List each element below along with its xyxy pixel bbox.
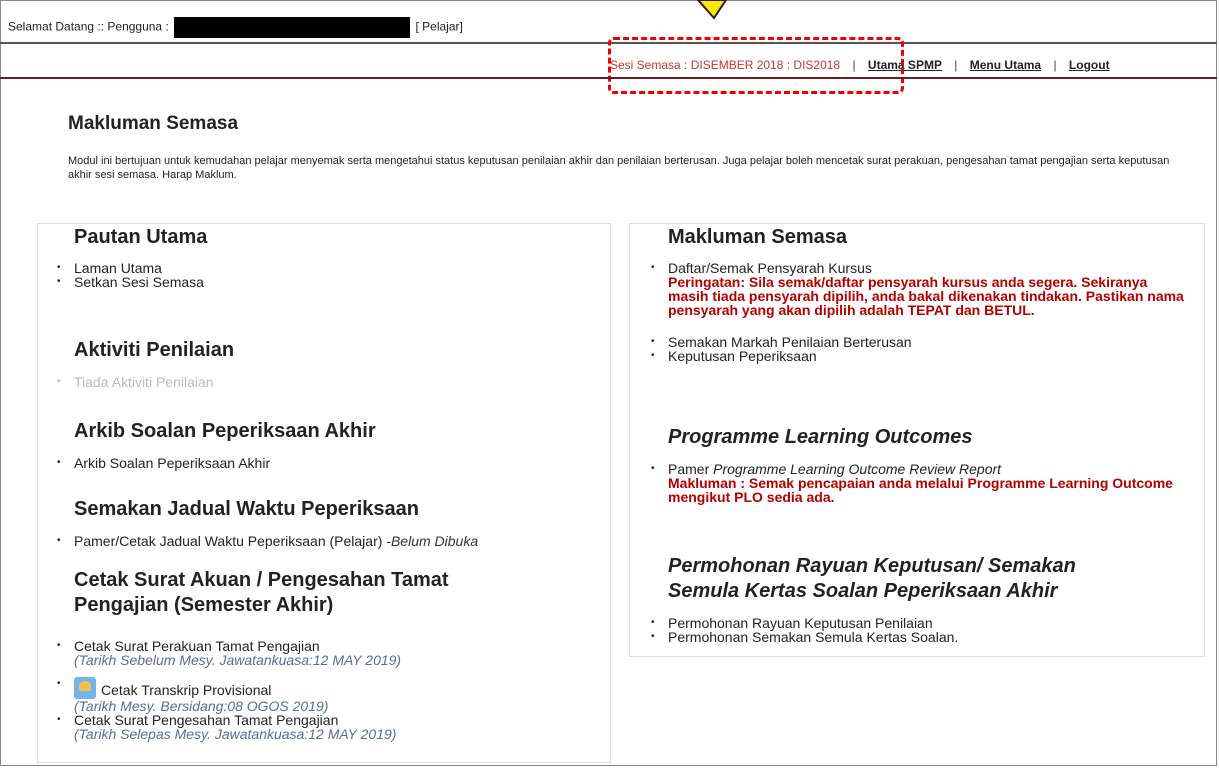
jadual-status: Belum Dibuka — [390, 533, 479, 549]
session-highlight-box — [608, 37, 904, 94]
laman-utama-link[interactable]: Laman Utama — [57, 261, 204, 275]
plo-list: Pamer Programme Learning Outcome Review … — [651, 462, 1188, 505]
cetak-pengesahan-date: (Tarikh Selepas Mesy. Jawatankuasa:12 MA… — [74, 726, 397, 742]
cetak-heading-line1: Cetak Surat Akuan / Pengesahan Tamat — [74, 569, 449, 591]
arkib-heading: Arkib Soalan Peperiksaan Akhir — [74, 420, 376, 442]
arkib-soalan-link[interactable]: Arkib Soalan Peperiksaan Akhir — [57, 456, 270, 470]
daftar-pensyarah-item[interactable]: Daftar/Semak Pensyarah Kursus Peringatan… — [651, 261, 1188, 318]
jadual-link[interactable]: Pamer/Cetak Jadual Waktu Peperiksaan (Pe… — [74, 533, 391, 549]
transcript-icon[interactable] — [74, 677, 96, 699]
aktiviti-list: Tiada Aktiviti Penilaian — [57, 375, 214, 389]
peringatan-text: Peringatan: Sila semak/daftar pensyarah … — [668, 274, 1184, 318]
cetak-transkrip-link[interactable]: Cetak Transkrip Provisional — [101, 682, 271, 698]
logout-link[interactable]: Logout — [1069, 58, 1110, 72]
cetak-perakuan-date: (Tarikh Sebelum Mesy. Jawatankuasa:12 MA… — [74, 652, 402, 668]
cetak-transkrip-item[interactable]: Cetak Transkrip Provisional (Tarikh Mesy… — [57, 677, 401, 713]
jadual-heading: Semakan Jadual Waktu Peperiksaan — [74, 498, 419, 520]
rayuan-heading: Permohonan Rayuan Keputusan/ Semakan Sem… — [668, 554, 1076, 604]
aktiviti-penilaian-heading: Aktiviti Penilaian — [74, 339, 235, 361]
semakan-markah-link[interactable]: Semakan Markah Penilaian Berterusan — [651, 335, 1188, 349]
plo-makluman-text: Makluman : Semak pencapaian anda melalui… — [668, 475, 1173, 505]
left-panel: Pautan Utama Laman Utama Setkan Sesi Sem… — [37, 223, 611, 763]
pautan-utama-heading: Pautan Utama — [74, 226, 208, 248]
menu-utama-link[interactable]: Menu Utama — [970, 58, 1041, 72]
nav-divider — [0, 77, 1217, 79]
welcome-bar: Selamat Datang :: Pengguna : [ Pelajar] — [8, 17, 463, 38]
pautan-utama-list: Laman Utama Setkan Sesi Semasa — [57, 261, 204, 289]
tiada-aktiviti-item: Tiada Aktiviti Penilaian — [57, 375, 214, 389]
intro-text: Modul ini bertujuan untuk kemudahan pela… — [68, 155, 1170, 181]
cetak-heading-line2: Pengajian (Semester Akhir) — [74, 594, 334, 616]
rayuan-heading-line2: Semula Kertas Soalan Peperiksaan Akhir — [668, 580, 1058, 602]
setkan-sesi-link[interactable]: Setkan Sesi Semasa — [57, 275, 204, 289]
pointer-arrow-icon — [696, 0, 728, 20]
cetak-list: Cetak Surat Perakuan Tamat Pengajian (Ta… — [57, 639, 402, 742]
jadual-item[interactable]: Pamer/Cetak Jadual Waktu Peperiksaan (Pe… — [57, 533, 479, 549]
rayuan-heading-line1: Permohonan Rayuan Keputusan/ Semakan — [668, 555, 1076, 577]
cetak-perakuan-item[interactable]: Cetak Surat Perakuan Tamat Pengajian (Ta… — [57, 639, 402, 668]
keputusan-peperiksaan-link[interactable]: Keputusan Peperiksaan — [651, 349, 1188, 363]
semakan-semula-link[interactable]: Permohonan Semakan Semula Kertas Soalan. — [651, 630, 958, 644]
plo-item[interactable]: Pamer Programme Learning Outcome Review … — [651, 462, 1188, 505]
welcome-prefix: Selamat Datang :: Pengguna : — [8, 19, 169, 34]
page-title: Makluman Semasa — [68, 113, 239, 134]
rayuan-list: Permohonan Rayuan Keputusan Penilaian Pe… — [651, 616, 958, 644]
cetak-pengesahan-item[interactable]: Cetak Surat Pengesahan Tamat Pengajian (… — [57, 713, 401, 742]
arkib-list: Arkib Soalan Peperiksaan Akhir — [57, 456, 270, 470]
jadual-list: Pamer/Cetak Jadual Waktu Peperiksaan (Pe… — [57, 533, 479, 549]
rayuan-keputusan-link[interactable]: Permohonan Rayuan Keputusan Penilaian — [651, 616, 958, 630]
cetak-heading: Cetak Surat Akuan / Pengesahan Tamat Pen… — [74, 568, 449, 618]
makluman-semasa-heading: Makluman Semasa — [668, 226, 847, 248]
user-role: [ Pelajar] — [415, 19, 463, 34]
makluman-list: Daftar/Semak Pensyarah Kursus Peringatan… — [651, 261, 1188, 363]
plo-heading: Programme Learning Outcomes — [668, 426, 973, 448]
redacted-username — [174, 17, 411, 38]
right-panel: Makluman Semasa Daftar/Semak Pensyarah K… — [629, 223, 1205, 657]
